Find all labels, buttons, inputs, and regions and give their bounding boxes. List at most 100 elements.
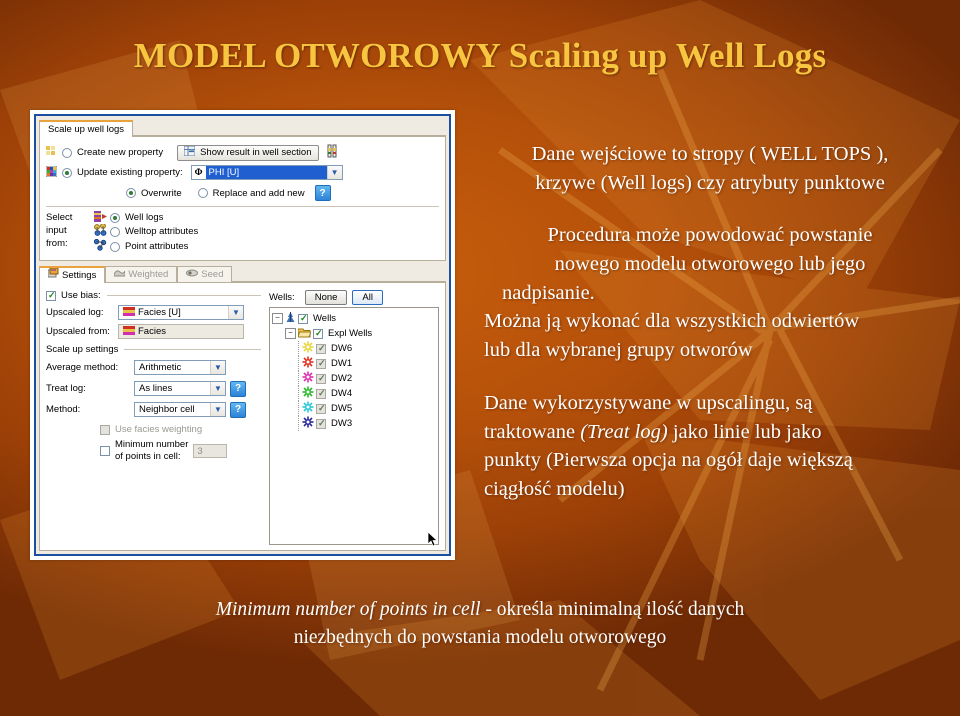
weighted-icon (113, 267, 126, 283)
overwrite-options-row: Overwrite Replace and add new ? (46, 183, 439, 203)
well-section-icon[interactable] (325, 144, 339, 161)
input-option-point-attributes[interactable]: Point attributes (93, 238, 439, 254)
settings-panel: Use bias: Upscaled log: (39, 283, 446, 551)
chevron-down-icon[interactable]: ▼ (326, 166, 342, 179)
welltop-attributes-radio[interactable] (110, 226, 120, 237)
wells-tree[interactable]: − Wells (269, 307, 439, 545)
show-result-in-well-section-button[interactable]: Show result in well section (177, 144, 319, 161)
well-star-icon (302, 386, 314, 401)
point-attributes-radio[interactable] (110, 241, 120, 252)
tree-node-expl-wells[interactable]: − Expl Wells (272, 326, 436, 341)
well-checkbox[interactable] (316, 343, 326, 354)
tree-node-well[interactable]: DW5 (272, 401, 436, 416)
tree-node-well[interactable]: DW1 (272, 356, 436, 371)
upscaled-from-label: Upscaled from: (46, 326, 110, 337)
welltop-attributes-icon (94, 223, 110, 239)
tab-weighted[interactable]: Weighted (105, 266, 178, 283)
paragraph-2: Procedura może powodować powstanie noweg… (502, 224, 873, 304)
tab-scale-up-well-logs[interactable]: Scale up well logs (39, 120, 134, 137)
tab-seed[interactable]: Seed (177, 266, 233, 282)
chevron-down-icon-method[interactable]: ▼ (210, 403, 225, 416)
help-icon-method[interactable]: ? (230, 401, 246, 418)
table-icon (183, 145, 196, 159)
help-icon-property[interactable]: ? (314, 185, 331, 201)
treat-log-combobox[interactable]: As lines ▼ (134, 381, 226, 396)
slide-canvas: MODEL OTWOROWY Scaling up Well Logs Scal… (0, 0, 960, 716)
create-new-property-radio[interactable] (62, 147, 72, 158)
use-facies-weighting-label: Use facies weighting (115, 424, 203, 435)
input-options-list: Well logs Welltop attributes Point attri… (93, 210, 439, 254)
tree-node-well[interactable]: DW4 (272, 386, 436, 401)
replace-and-add-new-radio[interactable] (197, 188, 208, 198)
method-value: Neighbor cell (139, 404, 195, 415)
expl-wells-label: Expl Wells (328, 328, 373, 339)
use-bias-row[interactable]: Use bias: (46, 288, 261, 303)
tree-node-well[interactable]: DW2 (272, 371, 436, 386)
create-new-property-row[interactable]: Create new property Show result in well … (46, 143, 439, 162)
tab-settings[interactable]: Settings (39, 266, 106, 284)
wells-header-row: Wells: None All (269, 288, 439, 307)
select-input-section: Select input from: Well logs Welltop att… (46, 210, 439, 254)
well-checkbox[interactable] (316, 358, 326, 369)
chevron-down-icon-treat-log[interactable]: ▼ (210, 382, 225, 395)
minimum-number-input[interactable]: 3 (193, 444, 228, 458)
well-logs-radio[interactable] (110, 212, 120, 223)
expl-wells-checkbox[interactable] (313, 328, 323, 339)
facies-icon-2 (119, 325, 138, 338)
upscaled-log-label: Upscaled log: (46, 307, 104, 318)
wells-root-checkbox[interactable] (298, 313, 308, 324)
average-method-value: Arithmetic (139, 362, 182, 373)
tab-settings-label: Settings (62, 270, 97, 281)
wells-all-button[interactable]: All (352, 290, 383, 305)
property-combobox[interactable]: Φ PHI [U] ▼ (190, 165, 343, 180)
collapse-icon-expl-wells[interactable]: − (285, 328, 296, 339)
collapse-icon-wells[interactable]: − (272, 313, 283, 324)
tree-connector (298, 401, 299, 416)
point-attributes-icon (93, 238, 110, 254)
minimum-number-row[interactable]: Minimum number of points in cell: 3 (46, 439, 261, 463)
well-star-icon (302, 356, 314, 371)
property-panel: Create new property Show result in well … (39, 137, 446, 261)
input-option-welltop-attributes[interactable]: Welltop attributes (94, 223, 439, 239)
tab-label: Scale up well logs (48, 124, 125, 135)
scale-up-well-logs-dialog[interactable]: Scale up well logs Create new property S… (30, 110, 455, 560)
upscaled-log-row: Upscaled log: Facies [U] ▼ (46, 303, 261, 322)
use-facies-weighting-checkbox[interactable] (100, 424, 110, 435)
chevron-down-icon-upscaled-log[interactable]: ▼ (228, 306, 243, 319)
input-option-well-logs[interactable]: Well logs (94, 210, 439, 224)
wells-root-icon (285, 311, 296, 326)
folder-icon (297, 327, 312, 341)
update-existing-property-radio[interactable] (62, 167, 72, 178)
dialog-tabstrip: Scale up well logs (39, 119, 446, 137)
well-star-icon (302, 416, 314, 431)
scale-up-settings-rule (124, 348, 261, 350)
settings-tabstrip: Settings Weighted Seed (39, 265, 446, 283)
show-result-label: Show result in well section (200, 147, 312, 158)
method-combobox[interactable]: Neighbor cell ▼ (134, 402, 226, 417)
tree-node-wells[interactable]: − Wells (272, 311, 436, 326)
help-icon-treat-log[interactable]: ? (230, 380, 246, 397)
overwrite-radio[interactable] (126, 188, 136, 198)
well-logs-label: Well logs (125, 212, 164, 223)
well-checkbox[interactable] (316, 388, 326, 399)
settings-icon (47, 267, 59, 284)
wells-root-label: Wells (313, 313, 337, 324)
use-bias-checkbox[interactable] (46, 290, 56, 301)
wells-none-button[interactable]: None (304, 290, 348, 305)
method-row: Method: Neighbor cell ▼ ? (46, 399, 261, 420)
chevron-down-icon-average-method[interactable]: ▼ (210, 361, 225, 374)
method-label: Method: (46, 404, 81, 415)
upscaled-log-combobox[interactable]: Facies [U] ▼ (118, 305, 244, 320)
average-method-combobox[interactable]: Arithmetic ▼ (134, 360, 226, 375)
well-checkbox[interactable] (316, 403, 326, 414)
well-checkbox[interactable] (316, 418, 326, 429)
minimum-number-checkbox[interactable] (100, 446, 110, 456)
well-checkbox[interactable] (316, 373, 326, 384)
well-label: DW3 (331, 418, 353, 429)
paragraph-3: Można ją wykonać dla wszystkich odwiertó… (484, 310, 860, 362)
tree-node-well[interactable]: DW6 (272, 341, 436, 356)
use-facies-weighting-row[interactable]: Use facies weighting (46, 420, 261, 439)
treat-log-row: Treat log: As lines ▼ ? (46, 378, 261, 399)
update-existing-property-row[interactable]: Update existing property: Φ PHI [U] ▼ (45, 162, 439, 183)
tree-node-well[interactable]: DW3 (272, 416, 436, 431)
